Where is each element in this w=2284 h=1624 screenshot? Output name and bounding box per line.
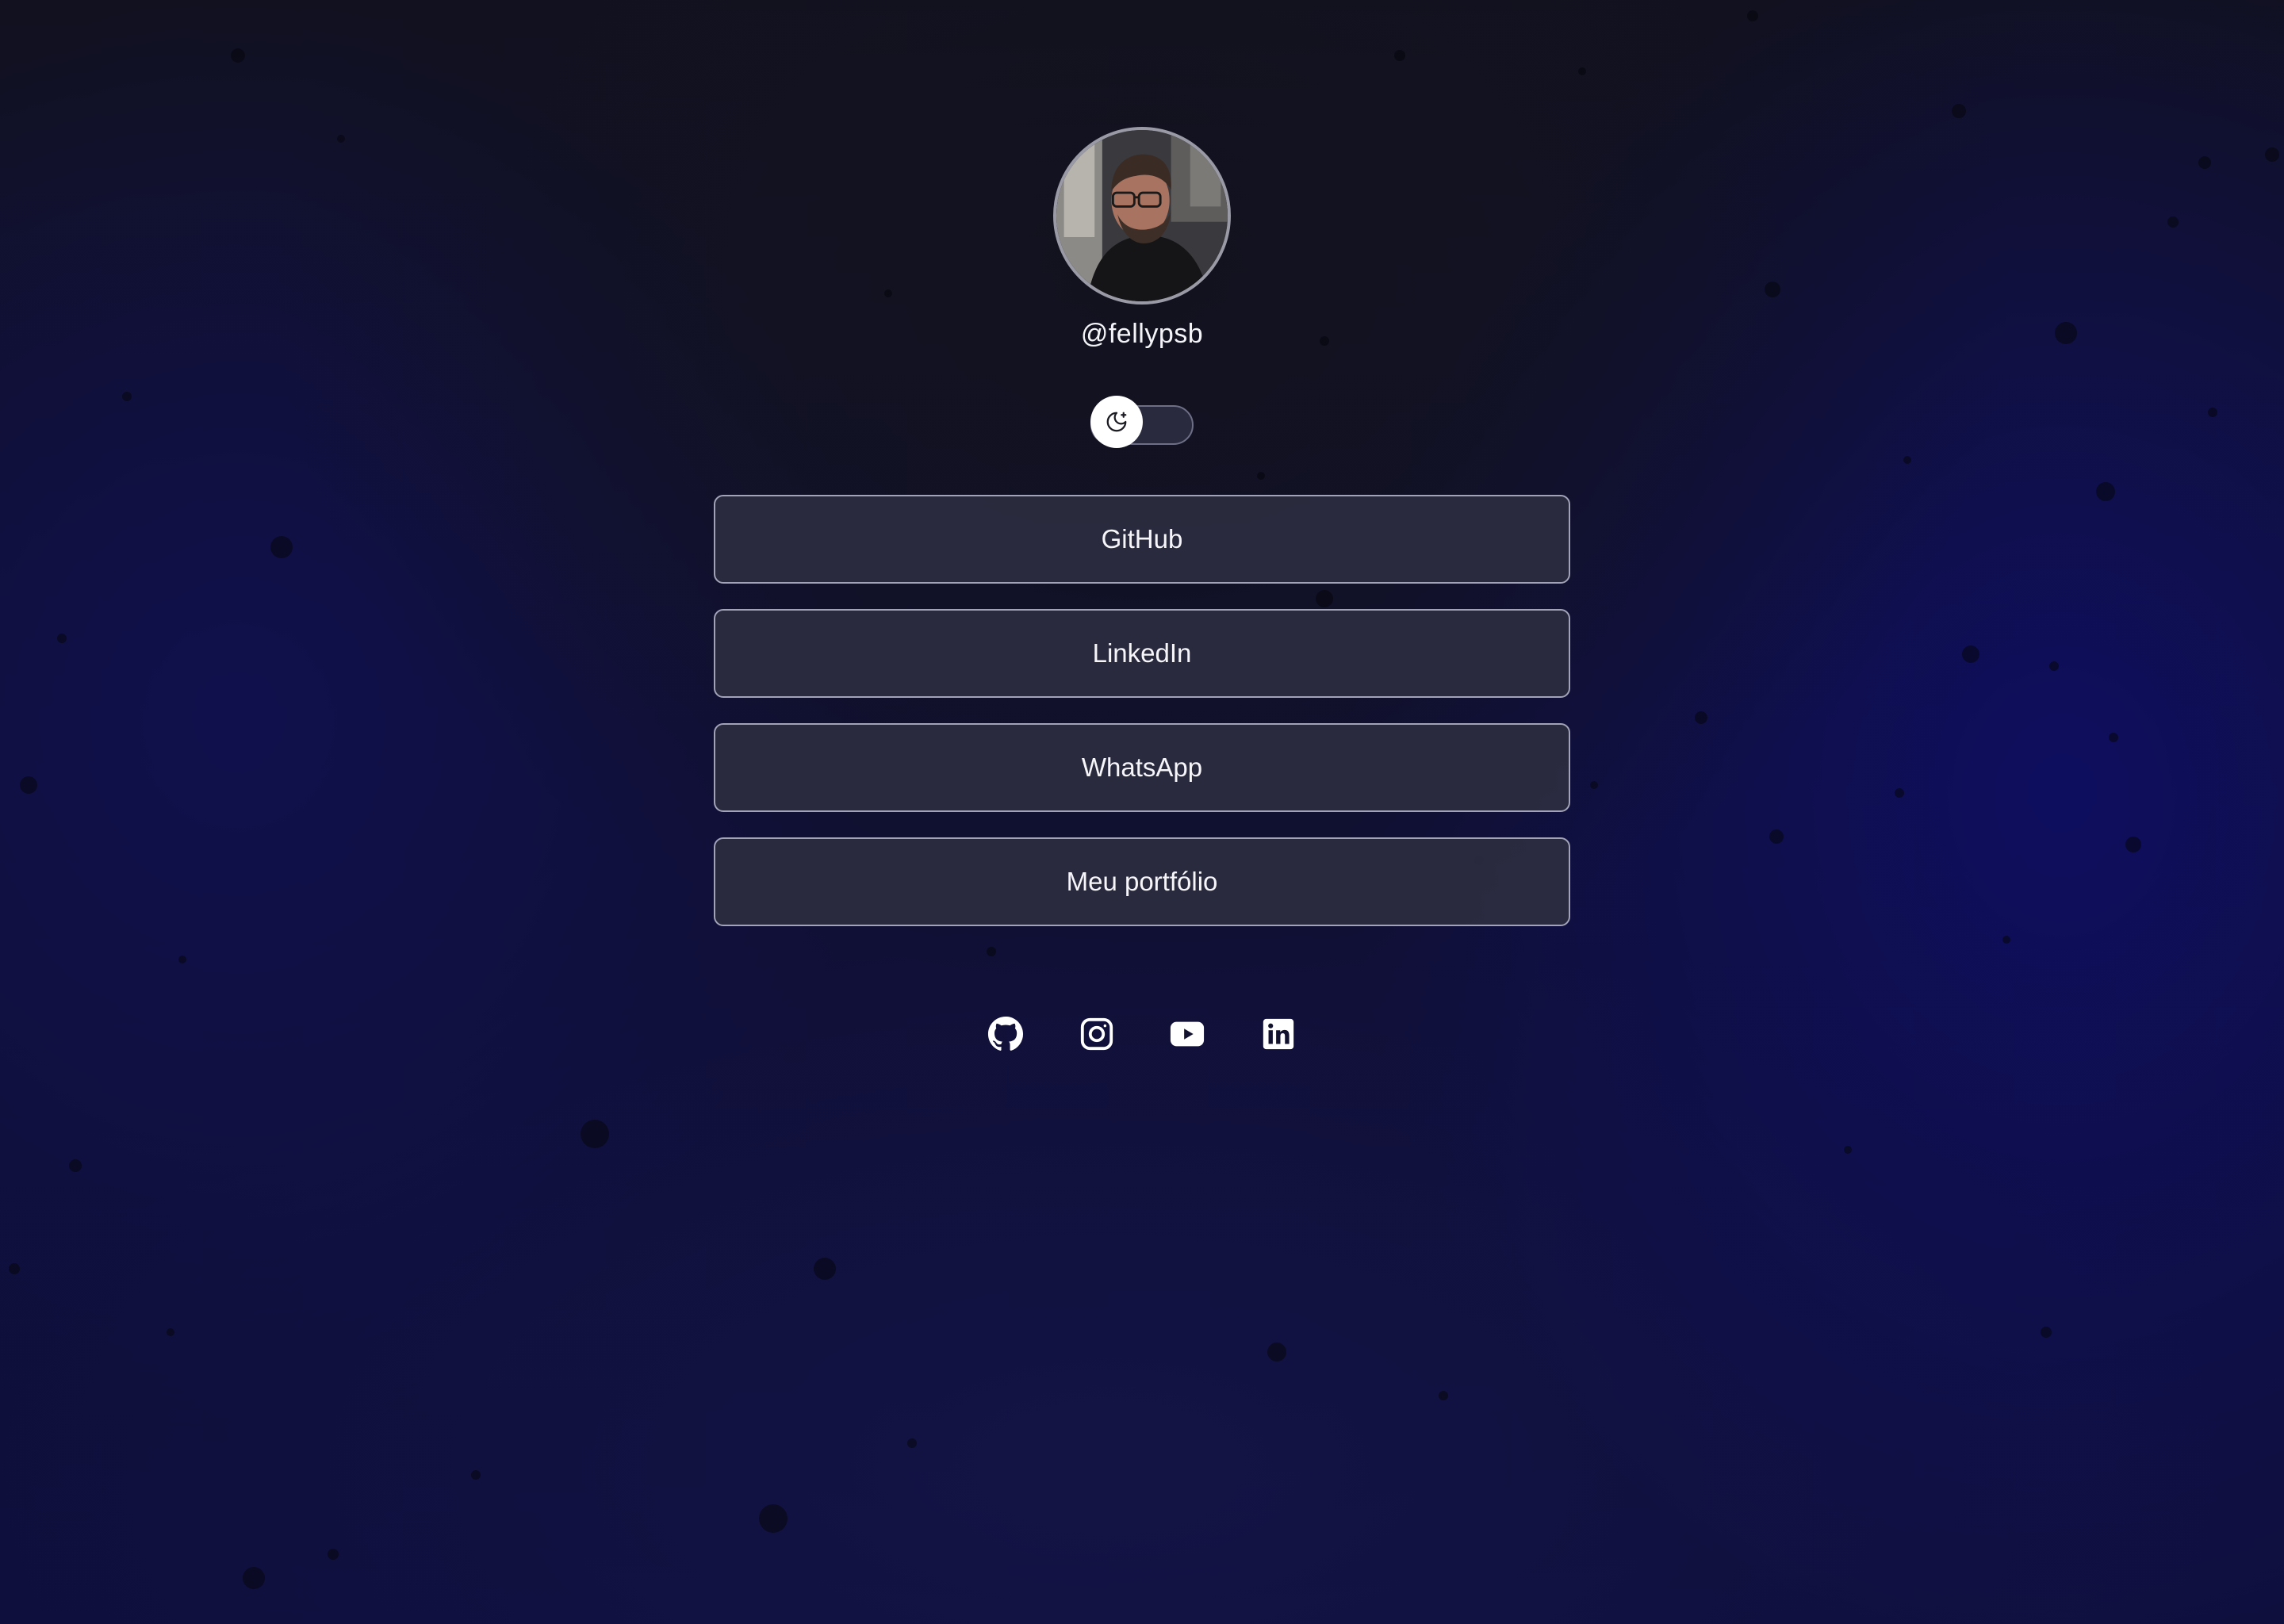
toggle-knob[interactable] [1090, 396, 1143, 448]
profile-photo [1056, 130, 1228, 301]
social-icons [983, 1015, 1301, 1053]
link-list: GitHub LinkedIn WhatsApp Meu portfólio [714, 495, 1570, 952]
portfolio-link-button[interactable]: Meu portfólio [714, 837, 1570, 926]
linkedin-icon[interactable] [1259, 1015, 1297, 1053]
moon-icon [1106, 412, 1127, 432]
whatsapp-link-button[interactable]: WhatsApp [714, 723, 1570, 812]
linkedin-link-button[interactable]: LinkedIn [714, 609, 1570, 698]
github-icon[interactable] [987, 1015, 1025, 1053]
profile-handle: @fellypsb [1080, 319, 1204, 349]
github-link-button[interactable]: GitHub [714, 495, 1570, 584]
theme-toggle[interactable] [1090, 396, 1194, 448]
profile-avatar [1053, 127, 1231, 304]
youtube-icon[interactable] [1168, 1015, 1206, 1053]
instagram-icon[interactable] [1078, 1015, 1116, 1053]
